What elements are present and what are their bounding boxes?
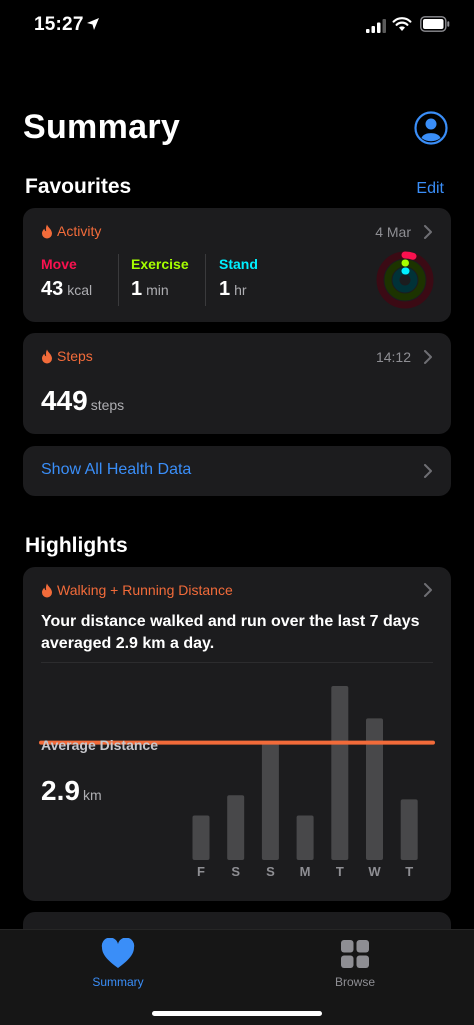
chart-tick-label: T xyxy=(336,864,344,879)
chevron-right-icon xyxy=(424,350,432,364)
grid-icon xyxy=(341,940,369,968)
status-bar: 15:27 xyxy=(0,0,474,50)
chart-bar xyxy=(261,742,279,860)
stand-label: Stand xyxy=(219,256,258,272)
exercise-value: 1 xyxy=(131,278,143,300)
tab-bar: Summary Browse xyxy=(0,929,474,1025)
chart-tick-label: S xyxy=(231,864,240,879)
move-unit: kcal xyxy=(67,282,93,298)
chevron-right-icon xyxy=(424,225,432,239)
chart-bar xyxy=(227,795,245,860)
cellular-signal-icon xyxy=(366,19,386,33)
chevron-right-icon xyxy=(424,464,432,478)
average-distance-row: 2.9 km xyxy=(41,775,102,807)
wifi-icon xyxy=(392,17,412,31)
move-stat: Move 43 kcal xyxy=(41,256,92,301)
chart-tick-label: S xyxy=(266,864,275,879)
highlights-title: Highlights xyxy=(25,534,128,557)
heart-icon xyxy=(101,938,135,968)
chart-tick-label: W xyxy=(368,864,381,879)
steps-category: Steps xyxy=(41,348,93,364)
home-indicator xyxy=(152,1011,322,1016)
battery-icon xyxy=(420,16,450,32)
location-arrow-icon xyxy=(87,18,99,30)
flame-icon xyxy=(42,349,52,363)
favourites-title: Favourites xyxy=(25,175,132,198)
tab-browse-label: Browse xyxy=(334,975,375,989)
profile-icon[interactable] xyxy=(414,111,448,145)
exercise-unit: min xyxy=(146,282,169,298)
exercise-value-row: 1 min xyxy=(131,278,189,301)
stand-stat: Stand 1 hr xyxy=(219,256,258,301)
status-time: 15:27 xyxy=(34,14,84,35)
chart-bar xyxy=(400,799,418,860)
flame-icon xyxy=(42,224,52,238)
distance-highlight-card[interactable]: Walking + Running Distance Your distance… xyxy=(23,567,451,901)
page-title: Summary xyxy=(23,108,181,146)
move-label: Move xyxy=(41,256,77,272)
steps-card[interactable]: Steps 14:12 449 steps xyxy=(23,333,451,434)
exercise-label: Exercise xyxy=(131,256,189,272)
stand-value: 1 xyxy=(219,278,231,300)
chart-bar xyxy=(366,718,383,860)
activity-card[interactable]: Activity 4 Mar Move 43 kcal Exercise 1 min… xyxy=(23,208,451,322)
show-all-health-data-button[interactable]: Show All Health Data xyxy=(23,446,451,496)
stand-unit: hr xyxy=(234,282,247,298)
move-value-row: 43 kcal xyxy=(41,278,92,301)
activity-rings-icon xyxy=(376,251,434,309)
steps-time: 14:12 xyxy=(375,349,411,365)
divider xyxy=(118,254,119,306)
tab-summary[interactable]: Summary xyxy=(58,938,178,989)
move-value: 43 xyxy=(41,278,64,300)
steps-value-row: 449 steps xyxy=(41,385,124,417)
steps-value: 449 xyxy=(41,385,88,416)
tab-summary-label: Summary xyxy=(92,975,144,989)
chart-tick-label: M xyxy=(300,864,311,879)
divider xyxy=(205,254,206,306)
stand-value-row: 1 hr xyxy=(219,278,258,301)
show-all-label: Show All Health Data xyxy=(41,461,192,478)
steps-unit: steps xyxy=(90,397,125,413)
activity-date: 4 Mar xyxy=(375,224,411,240)
edit-button[interactable]: Edit xyxy=(416,180,444,198)
distance-bar-chart: FSSMTWT xyxy=(39,686,435,879)
average-distance-label: Average Distance xyxy=(41,737,158,753)
steps-category-label: Steps xyxy=(57,348,93,364)
average-distance-value: 2.9 xyxy=(41,775,80,806)
chart-tick-label: T xyxy=(405,864,413,879)
chart-tick-label: F xyxy=(197,864,205,879)
tab-browse[interactable]: Browse xyxy=(295,938,415,989)
average-distance-unit: km xyxy=(82,787,102,803)
chart-bar xyxy=(331,686,349,860)
chart-bar xyxy=(296,815,314,860)
chart-bar xyxy=(192,815,210,860)
activity-category-label: Activity xyxy=(57,223,102,239)
activity-category: Activity xyxy=(41,223,101,239)
exercise-stat: Exercise 1 min xyxy=(131,256,189,301)
